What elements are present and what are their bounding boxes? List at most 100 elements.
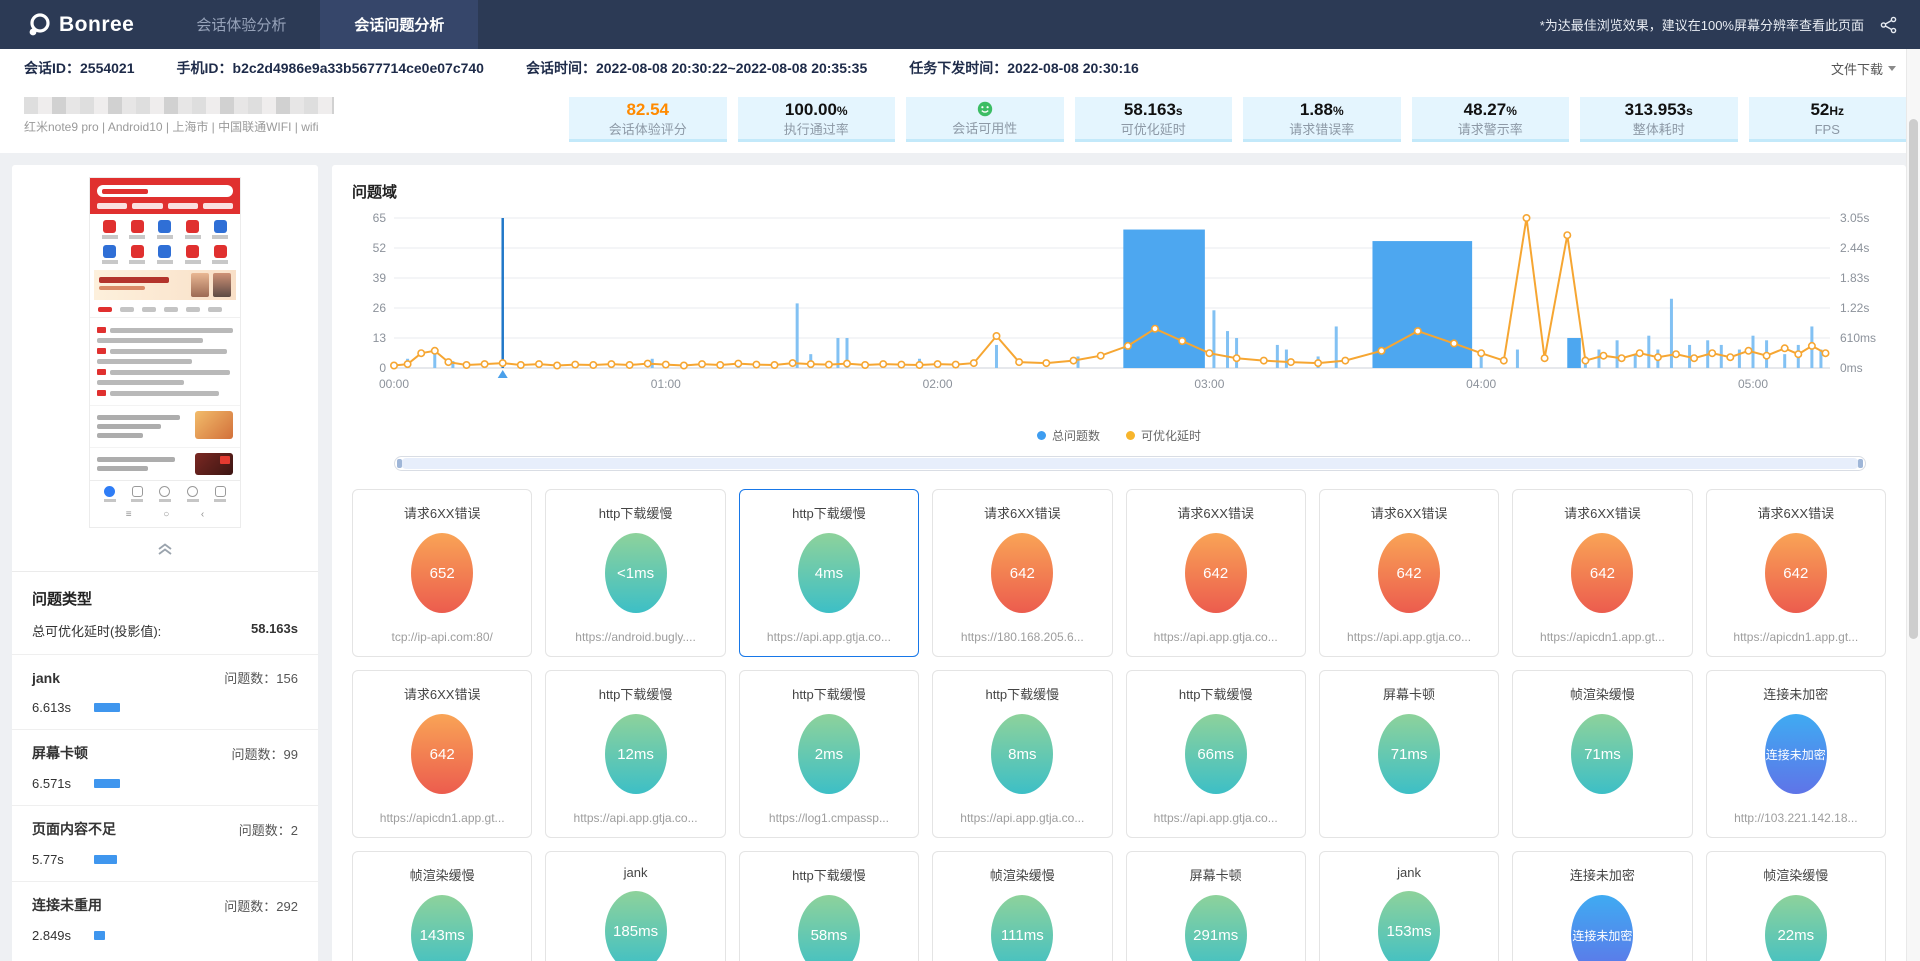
problem-cards-grid: 请求6XX错误652tcp://ip-api.com:80/http下载缓慢 <1… <box>352 489 1886 961</box>
phone-headline <box>97 359 233 364</box>
phone-app-icon <box>206 245 234 264</box>
phone-bottom-nav <box>90 480 240 505</box>
phone-headline <box>97 390 233 396</box>
problem-card-url: https://api.app.gtja.co... <box>1154 811 1278 825</box>
problem-card[interactable]: http下载缓慢12mshttps://api.app.gtja.co... <box>545 670 725 838</box>
share-icon[interactable] <box>1880 16 1898 34</box>
bonree-logo-text: Bonree <box>59 13 134 37</box>
problem-card[interactable]: 屏幕卡顿71ms <box>1319 670 1499 838</box>
problem-card[interactable]: 连接未加密连接未加密 <box>1512 851 1692 961</box>
chevron-down-icon <box>1888 66 1896 71</box>
problem-card-title: 请求6XX错误 <box>1564 503 1641 522</box>
android-back-icon: ‹ <box>201 509 204 520</box>
problem-card[interactable]: 请求6XX错误652tcp://ip-api.com:80/ <box>352 489 532 657</box>
phone-headline <box>97 369 233 375</box>
phone-quick-links-grid <box>90 214 240 268</box>
session-info-item: 会话ID：2554021 <box>24 58 135 78</box>
svg-text:610ms: 610ms <box>1840 331 1876 345</box>
problem-type-count: 问题数：156 <box>224 668 298 687</box>
nav-right: *为达最佳浏览效果，建议在100%屏幕分辨率查看此页面 <box>1540 0 1920 49</box>
collapse-screenshot-button[interactable] <box>12 534 318 571</box>
legend-item[interactable]: 可优化延时 <box>1126 427 1201 444</box>
chart-zoom-handle-right[interactable] <box>1858 459 1863 468</box>
metric-card: 58.163s可优化延时 <box>1075 97 1233 142</box>
problem-card[interactable]: 请求6XX错误642https://apicdn1.app.gt... <box>1512 489 1692 657</box>
problem-domain-chart[interactable]: 00ms13610ms261.22s391.83s522.44s653.05s0… <box>352 208 1886 425</box>
problem-card-title: jank <box>624 865 648 880</box>
chart-zoom-handle-left[interactable] <box>397 459 402 468</box>
problem-type-item[interactable]: 页面内容不足问题数：25.77s <box>12 805 318 881</box>
legend-item[interactable]: 总问题数 <box>1037 427 1100 444</box>
problem-type-time: 6.613s <box>32 700 94 715</box>
problem-card-bubble: 185ms <box>605 891 667 961</box>
page-scrollbar[interactable] <box>1906 49 1920 961</box>
problem-card-value: 66ms <box>1197 746 1234 763</box>
problem-card-bubble: 652 <box>411 533 473 613</box>
file-download-label: 文件下载 <box>1831 59 1883 78</box>
problem-card[interactable]: 帧渲染缓慢143ms <box>352 851 532 961</box>
problem-type-name: 连接未重用 <box>32 895 102 915</box>
phone-app-icon <box>151 245 179 264</box>
problem-card[interactable]: http下载缓慢66mshttps://api.app.gtja.co... <box>1126 670 1306 838</box>
svg-text:1.22s: 1.22s <box>1840 301 1869 315</box>
problem-card-title: 请求6XX错误 <box>1177 503 1254 522</box>
problem-card-value: 642 <box>1590 565 1615 582</box>
phone-tab-bar <box>90 302 240 318</box>
problem-type-bar <box>94 779 120 788</box>
problem-card-title: 请求6XX错误 <box>1758 503 1835 522</box>
problem-card-value: 652 <box>430 565 455 582</box>
problem-type-item[interactable]: 连接未重用问题数：2922.849s <box>12 881 318 957</box>
metric-label: 请求错误率 <box>1243 121 1401 138</box>
problem-card[interactable]: http下载缓慢58ms <box>739 851 919 961</box>
svg-text:0ms: 0ms <box>1840 361 1863 375</box>
problem-card[interactable]: http下载缓慢<1mshttps://android.bugly.... <box>545 489 725 657</box>
problem-card-bubble: 连接未加密 <box>1765 714 1827 794</box>
problem-card[interactable]: 请求6XX错误642https://180.168.205.6... <box>932 489 1112 657</box>
problem-card-bubble: 71ms <box>1378 714 1440 794</box>
svg-text:65: 65 <box>373 211 387 225</box>
phone-android-nav: ≡ ○ ‹ <box>90 505 240 527</box>
problem-card-title: http下载缓慢 <box>792 865 866 884</box>
problem-card[interactable]: jank153ms <box>1319 851 1499 961</box>
problem-card[interactable]: 连接未加密连接未加密http://103.221.142.18... <box>1706 670 1886 838</box>
phone-food-image <box>195 411 233 439</box>
chart-zoom-range[interactable] <box>401 458 1859 469</box>
problem-card-url: https://apicdn1.app.gt... <box>1733 630 1858 644</box>
problem-card-value: <1ms <box>617 565 654 582</box>
phone-news-card <box>90 405 240 447</box>
problem-type-item[interactable]: 屏幕卡顿问题数：996.571s <box>12 729 318 805</box>
problem-card[interactable]: http下载缓慢2mshttps://log1.cmpassp... <box>739 670 919 838</box>
problem-card[interactable]: jank 185ms <box>545 851 725 961</box>
problem-card-selected[interactable]: http下载缓慢4mshttps://api.app.gtja.co... <box>739 489 919 657</box>
file-download-dropdown[interactable]: 文件下载 <box>1831 59 1896 78</box>
problem-card[interactable]: http下载缓慢8mshttps://api.app.gtja.co... <box>932 670 1112 838</box>
session-problem-analysis-screen: Bonree 会话体验分析 会话问题分析 *为达最佳浏览效果，建议在100%屏幕… <box>0 0 1920 961</box>
problem-card[interactable]: 帧渲染缓慢111ms <box>932 851 1112 961</box>
chart-zoom-slider[interactable] <box>394 456 1866 471</box>
metric-label: 会话体验评分 <box>569 121 727 138</box>
problem-card[interactable]: 请求6XX错误642https://apicdn1.app.gt... <box>352 670 532 838</box>
session-info-item: 手机ID：b2c2d4986e9a33b5677714ce0e07c740 <box>177 58 484 78</box>
problem-card[interactable]: 请求6XX错误642https://api.app.gtja.co... <box>1319 489 1499 657</box>
problem-card-url: https://api.app.gtja.co... <box>1154 630 1278 644</box>
problem-card[interactable]: 请求6XX错误642https://api.app.gtja.co... <box>1126 489 1306 657</box>
problem-type-item[interactable]: jank问题数：1566.613s <box>12 654 318 729</box>
problem-card[interactable]: 请求6XX错误642https://apicdn1.app.gt... <box>1706 489 1886 657</box>
problem-card-bubble: 642 <box>991 533 1053 613</box>
svg-text:03:00: 03:00 <box>1194 377 1224 391</box>
tab-session-experience[interactable]: 会话体验分析 <box>162 0 320 49</box>
problem-card[interactable]: 屏幕卡顿291ms <box>1126 851 1306 961</box>
svg-text:1.83s: 1.83s <box>1840 271 1869 285</box>
phone-app-icon <box>96 220 124 239</box>
problem-card-title: http下载缓慢 <box>599 684 673 703</box>
page-scrollbar-thumb[interactable] <box>1909 119 1918 639</box>
metric-value: 1.88% <box>1243 100 1401 121</box>
problem-card[interactable]: 帧渲染缓慢22ms <box>1706 851 1886 961</box>
tab-session-problem[interactable]: 会话问题分析 <box>320 0 478 49</box>
metric-label: 请求警示率 <box>1412 121 1570 138</box>
problem-card-value: 642 <box>1010 565 1035 582</box>
chevron-double-up-icon <box>155 542 175 556</box>
metrics-row: 红米note9 pro | Android10 | 上海市 | 中国联通WIFI… <box>0 87 1920 153</box>
problem-card[interactable]: 帧渲染缓慢71ms <box>1512 670 1692 838</box>
problem-card-url: https://android.bugly.... <box>575 630 696 644</box>
